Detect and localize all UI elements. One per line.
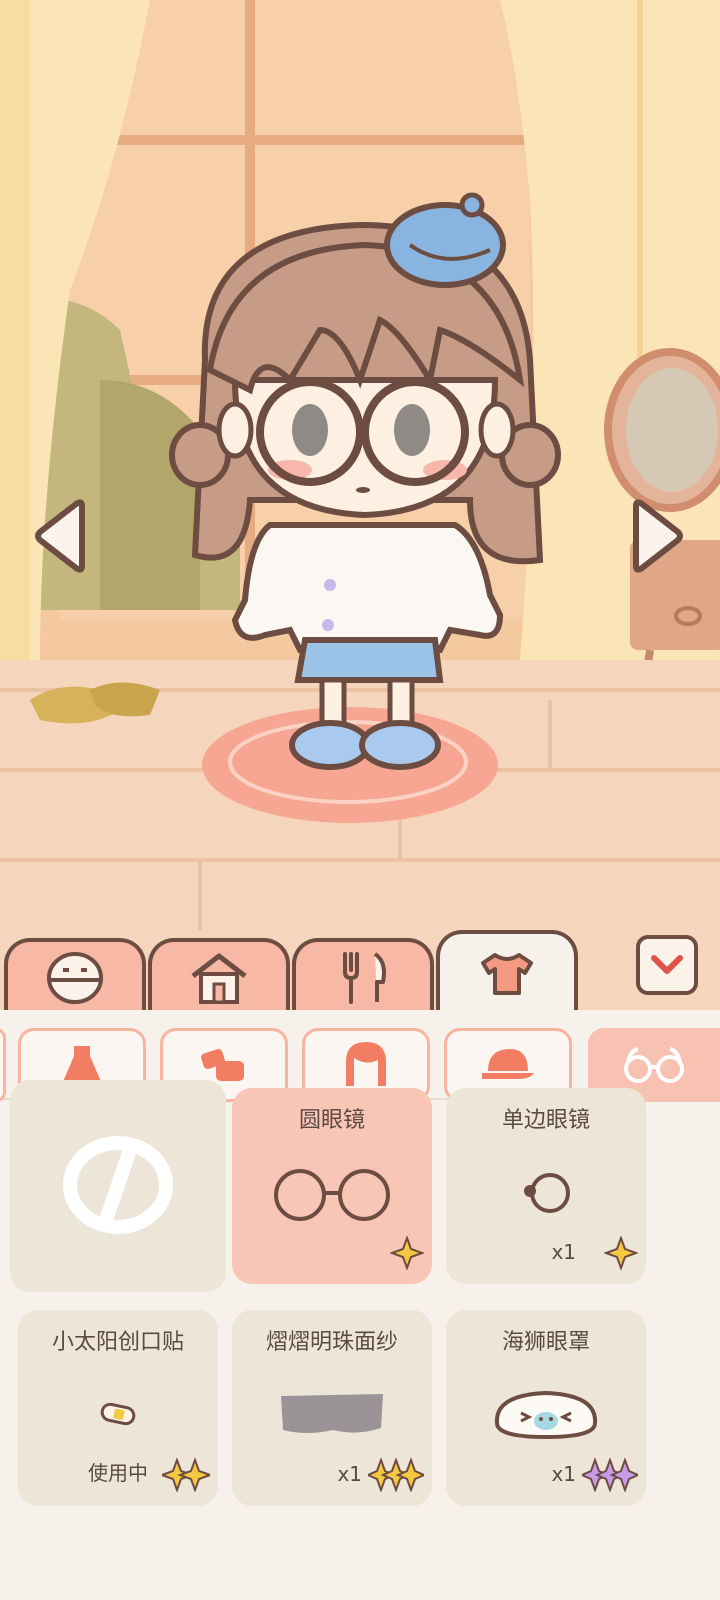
glasses-icon <box>624 1047 684 1083</box>
next-outfit-arrow[interactable] <box>626 498 688 574</box>
item-count: x1 <box>337 1462 362 1486</box>
item-name: 圆眼镜 <box>298 1108 365 1133</box>
item-status: 使用中 <box>88 1461 148 1485</box>
item-name: 熠熠明珠面纱 <box>265 1330 398 1355</box>
rarity-stars-icon <box>162 1458 210 1492</box>
house-icon <box>191 953 247 1004</box>
bandage-icon <box>100 1402 136 1426</box>
category-tabs <box>0 930 720 1014</box>
rarity-stars-icon <box>582 1458 638 1492</box>
cap-icon <box>482 1049 534 1079</box>
monocle-icon <box>524 1173 570 1213</box>
rarity-stars-icon <box>368 1458 424 1492</box>
item-name: 小太阳创口贴 <box>51 1330 184 1355</box>
hair-icon <box>346 1042 386 1086</box>
dress-up-screen: 圆眼镜 单边眼镜 x1 小太阳创口贴 使用中 熠熠明珠面纱 x1 海狮眼罩 x1 <box>0 0 720 1600</box>
veil-icon <box>281 1394 383 1433</box>
rarity-star-icon <box>390 1236 424 1270</box>
round-glasses-icon <box>274 1169 390 1221</box>
shirt-icon <box>481 953 533 995</box>
item-bandage[interactable]: 小太阳创口贴 使用中 <box>18 1310 218 1506</box>
tab-home[interactable] <box>148 938 290 1014</box>
tab-food[interactable] <box>292 938 434 1014</box>
item-count: x1 <box>551 1462 576 1486</box>
subcategory-previous[interactable] <box>0 1028 6 1102</box>
tab-face[interactable] <box>4 938 146 1014</box>
item-count: x1 <box>551 1240 576 1264</box>
item-none[interactable] <box>10 1080 226 1292</box>
wardrobe-panel: 圆眼镜 单边眼镜 x1 小太阳创口贴 使用中 熠熠明珠面纱 x1 海狮眼罩 x1 <box>0 1010 720 1600</box>
character-scene <box>0 0 720 1010</box>
item-seal-eye-mask[interactable]: 海狮眼罩 x1 <box>446 1310 646 1506</box>
fork-knife-icon <box>343 952 386 1004</box>
item-name: 海狮眼罩 <box>501 1330 590 1355</box>
collapse-panel-button[interactable] <box>636 935 698 995</box>
tab-clothes[interactable] <box>436 930 578 1014</box>
seal-eye-mask-icon <box>494 1390 598 1440</box>
previous-outfit-arrow[interactable] <box>30 498 92 574</box>
room-background <box>0 0 720 1010</box>
chevron-down-icon <box>651 955 683 974</box>
none-icon <box>63 1136 173 1234</box>
item-veil[interactable]: 熠熠明珠面纱 x1 <box>232 1310 432 1506</box>
item-round-glasses[interactable]: 圆眼镜 <box>232 1088 432 1284</box>
face-icon <box>47 952 103 1004</box>
item-name: 单边眼镜 <box>501 1108 590 1133</box>
item-monocle[interactable]: 单边眼镜 x1 <box>446 1088 646 1284</box>
rarity-star-icon <box>604 1236 638 1270</box>
